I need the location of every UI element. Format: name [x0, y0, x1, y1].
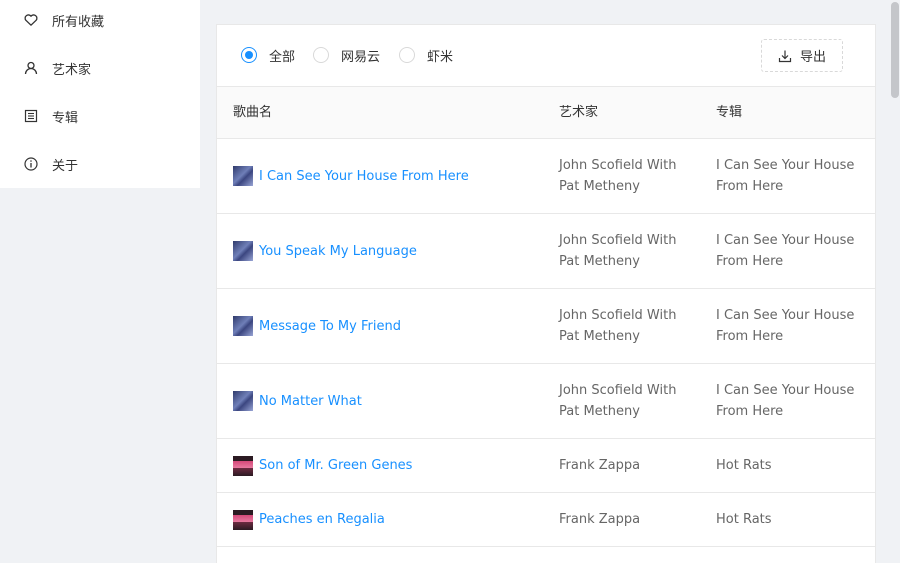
song-cell: You Speak My Language	[233, 214, 553, 288]
album-text: I Can See Your House	[716, 383, 855, 398]
artist-text: John Scofield With	[559, 233, 677, 248]
song-cell: Peaches en Regalia	[233, 493, 553, 546]
album-text: From Here	[716, 329, 784, 344]
table-header: 歌曲名 艺术家 专辑	[217, 86, 875, 139]
song-link[interactable]: Message To My Friend	[259, 316, 401, 337]
sidebar-item-label: 艺术家	[52, 62, 92, 78]
column-header-song: 歌曲名	[233, 105, 273, 120]
artist-text: Pat Metheny	[559, 329, 640, 344]
table-row: Son of Mr. Green Genes Frank Zappa Hot R…	[217, 439, 875, 493]
artist-cell: John Scofield With Pat Metheny	[559, 289, 699, 363]
album-text: From Here	[716, 254, 784, 269]
table-row: I Can See Your House From Here John Scof…	[217, 139, 875, 214]
song-link[interactable]: No Matter What	[259, 391, 362, 412]
album-cell: I Can See Your House From Here	[716, 214, 866, 288]
album-icon	[24, 109, 38, 123]
song-link[interactable]: I Can See Your House From Here	[259, 166, 469, 187]
album-cover-thumbnail	[233, 316, 253, 336]
album-cover-thumbnail	[233, 455, 253, 476]
radio-circle	[241, 47, 257, 63]
table-row: No Matter What John Scofield With Pat Met…	[217, 364, 875, 439]
user-icon	[24, 61, 38, 75]
album-cover-thumbnail	[233, 166, 253, 186]
album-cover-thumbnail	[233, 509, 253, 530]
sidebar-item-label: 所有收藏	[52, 14, 105, 30]
song-cell: Son of Mr. Green Genes	[233, 439, 553, 492]
page-scrollbar[interactable]	[890, 0, 900, 563]
sidebar-item-label: 关于	[52, 158, 79, 174]
table-row: Peaches en Regalia Frank Zappa Hot Rats	[217, 493, 875, 547]
favorites-table: 歌曲名 艺术家 专辑 I Can See Your House From Her…	[217, 86, 875, 547]
sidebar-item-albums[interactable]: 专辑	[0, 104, 200, 128]
filter-radio-label: 虾米	[427, 49, 454, 65]
album-cover-thumbnail	[233, 391, 253, 411]
export-button[interactable]: 导出	[761, 39, 843, 72]
download-icon	[778, 49, 792, 63]
filter-radio-label: 全部	[269, 49, 296, 65]
album-cell: I Can See Your House From Here	[716, 364, 866, 438]
artist-text: Frank Zappa	[559, 458, 641, 473]
table-row: Message To My Friend John Scofield With P…	[217, 289, 875, 364]
song-link[interactable]: You Speak My Language	[259, 241, 417, 262]
sidebar-item-favorites[interactable]: 所有收藏	[0, 8, 200, 32]
album-cover-thumbnail	[233, 241, 253, 261]
favorites-panel: 全部 网易云 虾米 导出 歌曲名 艺术家 专辑 I Can See Your H	[216, 24, 876, 563]
album-cell: Hot Rats	[716, 439, 866, 492]
filter-radio-all[interactable]: 全部	[241, 47, 296, 65]
filter-radio-netease[interactable]: 网易云	[313, 47, 381, 65]
artist-text: John Scofield With	[559, 308, 677, 323]
filter-radio-xiami[interactable]: 虾米	[399, 47, 454, 65]
sidebar: 所有收藏 艺术家 专辑 关于	[0, 0, 200, 188]
album-text: Hot Rats	[716, 512, 772, 527]
album-cell: I Can See Your House From Here	[716, 289, 866, 363]
song-cell: No Matter What	[233, 364, 553, 438]
album-text: I Can See Your House	[716, 233, 855, 248]
artist-cell: Frank Zappa	[559, 493, 699, 546]
column-header-artist: 艺术家	[559, 105, 599, 120]
table-row: You Speak My Language John Scofield With…	[217, 214, 875, 289]
artist-cell: Frank Zappa	[559, 439, 699, 492]
sidebar-item-about[interactable]: 关于	[0, 152, 200, 176]
filter-radio-label: 网易云	[341, 49, 381, 65]
album-cell: I Can See Your House From Here	[716, 139, 866, 213]
export-label: 导出	[799, 50, 826, 65]
artist-text: Pat Metheny	[559, 179, 640, 194]
artist-text: John Scofield With	[559, 383, 677, 398]
album-text: I Can See Your House	[716, 158, 855, 173]
song-link[interactable]: Son of Mr. Green Genes	[259, 455, 412, 476]
artist-text: Pat Metheny	[559, 404, 640, 419]
album-text: From Here	[716, 179, 784, 194]
info-icon	[24, 157, 38, 171]
album-text: Hot Rats	[716, 458, 772, 473]
artist-text: Pat Metheny	[559, 254, 640, 269]
artist-cell: John Scofield With Pat Metheny	[559, 214, 699, 288]
radio-circle	[399, 47, 415, 63]
song-cell: Message To My Friend	[233, 289, 553, 363]
album-cell: Hot Rats	[716, 493, 866, 546]
source-filter-bar: 全部 网易云 虾米 导出	[217, 25, 875, 86]
artist-text: John Scofield With	[559, 158, 677, 173]
radio-circle	[313, 47, 329, 63]
album-text: From Here	[716, 404, 784, 419]
album-text: I Can See Your House	[716, 308, 855, 323]
heart-icon	[24, 13, 38, 27]
scrollbar-thumb[interactable]	[891, 2, 899, 98]
song-cell: I Can See Your House From Here	[233, 139, 553, 213]
song-link[interactable]: Peaches en Regalia	[259, 509, 385, 530]
column-header-album: 专辑	[716, 105, 743, 120]
artist-text: Frank Zappa	[559, 512, 641, 527]
artist-cell: John Scofield With Pat Metheny	[559, 139, 699, 213]
artist-cell: John Scofield With Pat Metheny	[559, 364, 699, 438]
sidebar-item-artists[interactable]: 艺术家	[0, 56, 200, 80]
sidebar-item-label: 专辑	[52, 110, 79, 126]
